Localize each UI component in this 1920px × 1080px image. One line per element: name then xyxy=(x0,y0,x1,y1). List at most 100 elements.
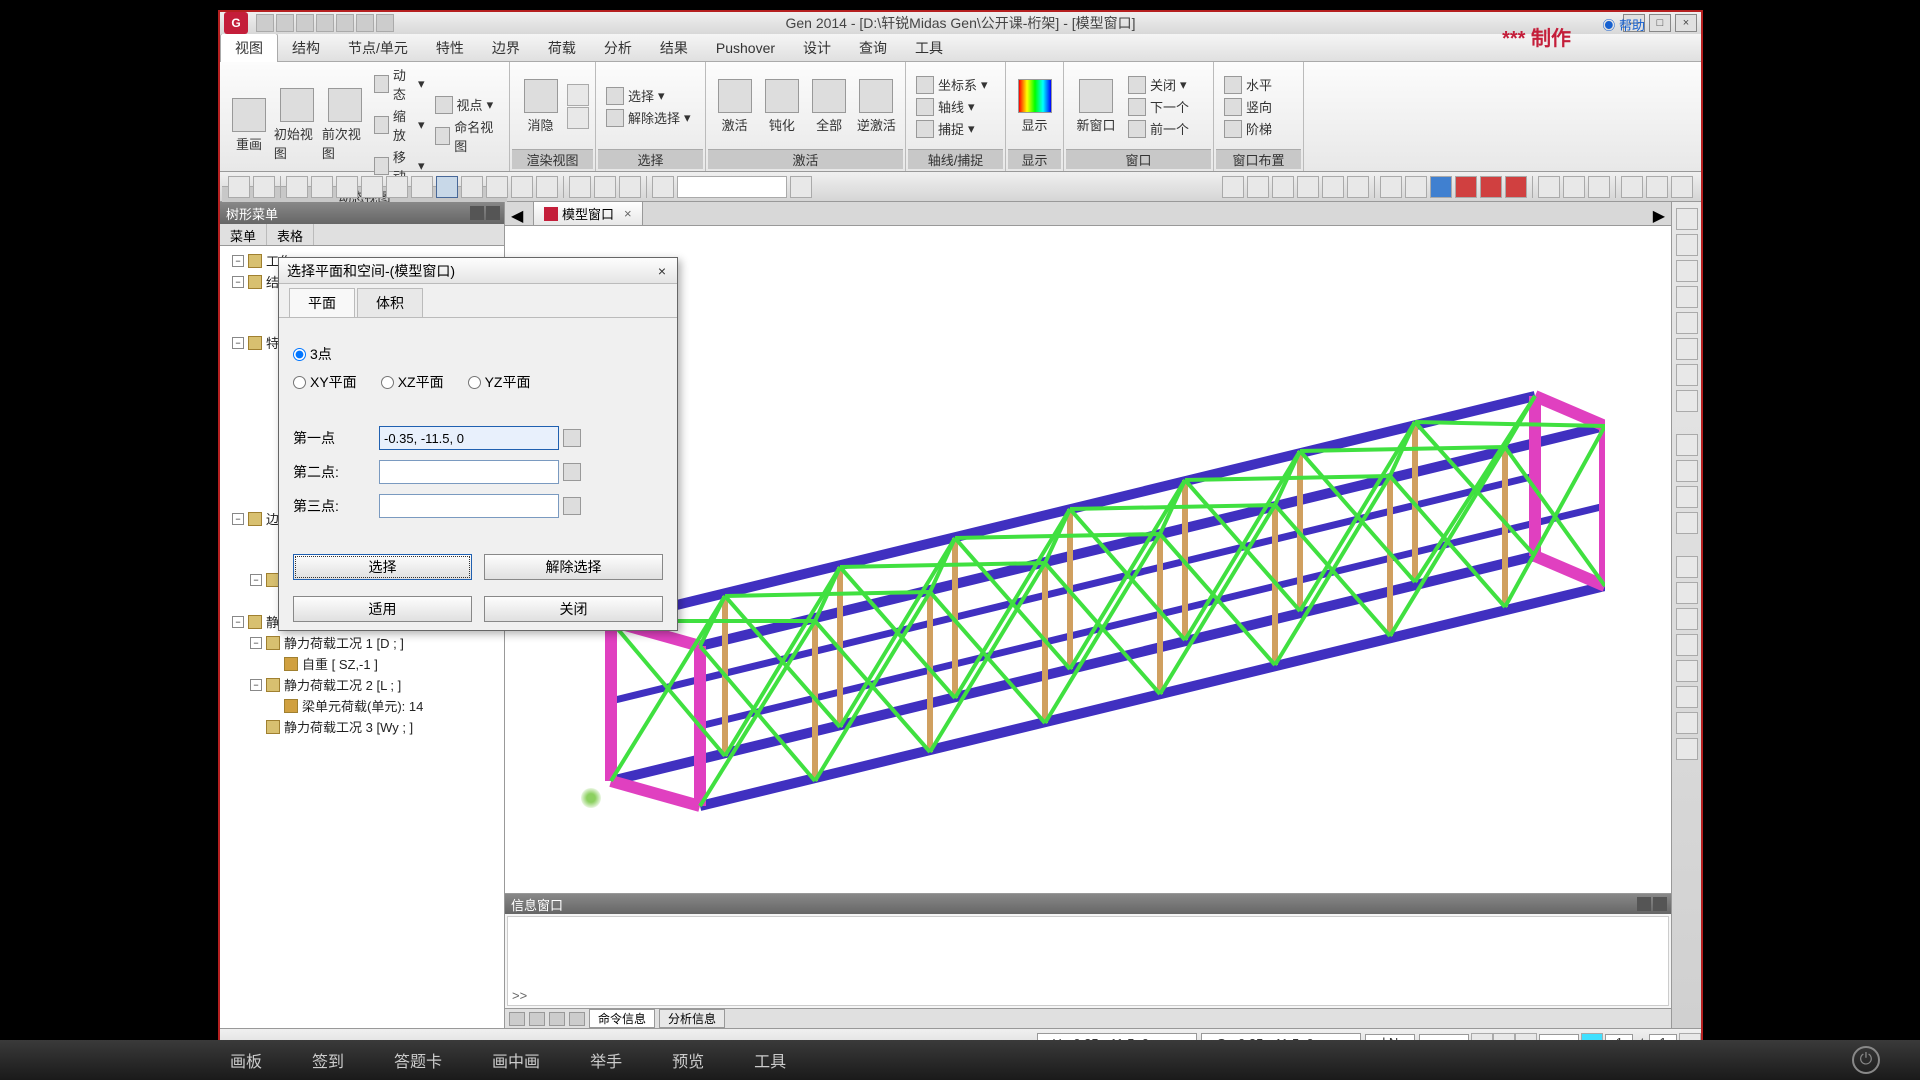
tool-button[interactable] xyxy=(1455,176,1477,198)
rt-button[interactable] xyxy=(1676,712,1698,734)
dialog-close-button[interactable]: × xyxy=(653,262,671,280)
point3-input[interactable] xyxy=(379,494,559,518)
cascade-button[interactable]: 阶梯 xyxy=(1220,118,1276,139)
pick-icon[interactable] xyxy=(563,429,581,447)
dynamic-button[interactable]: 动态▾ xyxy=(370,64,429,104)
tool-button[interactable] xyxy=(361,176,383,198)
tool-button[interactable] xyxy=(486,176,508,198)
pin-icon[interactable] xyxy=(1637,897,1651,911)
tool-button[interactable] xyxy=(1621,176,1643,198)
menu-tab-result[interactable]: 结果 xyxy=(646,34,702,62)
rt-button[interactable] xyxy=(1676,512,1698,534)
rt-button[interactable] xyxy=(1676,634,1698,656)
zoom-button[interactable]: 缩放▾ xyxy=(370,105,429,145)
menu-tab-property[interactable]: 特性 xyxy=(422,34,478,62)
model-viewport[interactable] xyxy=(505,226,1671,893)
tool-button[interactable] xyxy=(386,176,408,198)
prev-window-button[interactable]: 前一个 xyxy=(1124,118,1193,139)
rt-button[interactable] xyxy=(1676,312,1698,334)
menu-tab-analysis[interactable]: 分析 xyxy=(590,34,646,62)
named-view-button[interactable]: 命名视图 xyxy=(431,116,503,156)
snap-button[interactable]: 捕捉▾ xyxy=(912,118,992,139)
qat-button[interactable] xyxy=(296,14,314,32)
player-preview[interactable]: 预览 xyxy=(672,1048,704,1072)
tab-nav-left[interactable]: ◀ xyxy=(511,206,523,226)
point2-input[interactable] xyxy=(379,460,559,484)
redo-button[interactable] xyxy=(253,176,275,198)
qat-button[interactable] xyxy=(256,14,274,32)
menu-tab-design[interactable]: 设计 xyxy=(789,34,845,62)
rt-button[interactable] xyxy=(1676,364,1698,386)
menu-tab-load[interactable]: 荷载 xyxy=(534,34,590,62)
menu-tab-query[interactable]: 查询 xyxy=(845,34,901,62)
prev-view-button[interactable]: 前次视图 xyxy=(322,88,368,162)
qat-button[interactable] xyxy=(336,14,354,32)
select-button[interactable]: 选择 xyxy=(293,554,472,580)
close-icon[interactable] xyxy=(486,206,500,220)
menu-tab-node[interactable]: 节点/单元 xyxy=(334,34,422,62)
rt-button[interactable] xyxy=(1676,486,1698,508)
pin-icon[interactable] xyxy=(470,206,484,220)
tool-button[interactable] xyxy=(569,176,591,198)
hidden-button[interactable]: 消隐 xyxy=(516,79,565,134)
select-plane-button[interactable] xyxy=(436,176,458,198)
rt-button[interactable] xyxy=(1676,608,1698,630)
rt-button[interactable] xyxy=(1676,460,1698,482)
display-button[interactable]: 显示 xyxy=(1012,79,1057,134)
apply-button[interactable]: 适用 xyxy=(293,596,472,622)
tool-button[interactable] xyxy=(594,176,616,198)
menu-tab-boundary[interactable]: 边界 xyxy=(478,34,534,62)
new-window-button[interactable]: 新窗口 xyxy=(1070,79,1122,134)
tree-tab-menu[interactable]: 菜单 xyxy=(220,224,267,245)
tool-button[interactable] xyxy=(1222,176,1244,198)
rt-button[interactable] xyxy=(1676,660,1698,682)
inactivate-button[interactable]: 钝化 xyxy=(759,79,804,134)
tool-button[interactable] xyxy=(1405,176,1427,198)
rt-button[interactable] xyxy=(1676,582,1698,604)
next-window-button[interactable]: 下一个 xyxy=(1124,96,1193,117)
qat-button[interactable] xyxy=(376,14,394,32)
info-nav-first[interactable] xyxy=(509,1012,525,1026)
info-nav-next[interactable] xyxy=(549,1012,565,1026)
tool-button[interactable] xyxy=(1272,176,1294,198)
undo-button[interactable] xyxy=(228,176,250,198)
activate-button[interactable]: 激活 xyxy=(712,79,757,134)
tool-button[interactable] xyxy=(286,176,308,198)
power-icon[interactable]: ⏻ xyxy=(1852,1046,1880,1074)
tool-button[interactable] xyxy=(1347,176,1369,198)
menu-tab-pushover[interactable]: Pushover xyxy=(702,36,789,60)
pick-icon[interactable] xyxy=(563,497,581,515)
initial-view-button[interactable]: 初始视图 xyxy=(274,88,320,162)
tab-nav-right[interactable]: ▶ xyxy=(1653,206,1665,226)
info-body[interactable]: >> xyxy=(507,916,1669,1006)
rt-button[interactable] xyxy=(1676,338,1698,360)
player-canvas[interactable]: 画板 xyxy=(230,1048,262,1072)
close-button[interactable]: × xyxy=(1675,14,1697,32)
grid-button[interactable]: 轴线▾ xyxy=(912,96,992,117)
tool-button[interactable] xyxy=(1563,176,1585,198)
radio-xz[interactable]: XZ平面 xyxy=(381,372,444,392)
unselect-button[interactable]: 解除选择 xyxy=(484,554,663,580)
tab-close-icon[interactable]: × xyxy=(624,206,632,221)
rt-button[interactable] xyxy=(1676,208,1698,230)
player-signin[interactable]: 签到 xyxy=(312,1048,344,1072)
rt-button[interactable] xyxy=(1676,738,1698,760)
lock-button[interactable] xyxy=(1671,176,1693,198)
tree-tab-table[interactable]: 表格 xyxy=(267,224,314,245)
dialog-titlebar[interactable]: 选择平面和空间-(模型窗口) × xyxy=(279,258,677,284)
unselect-button[interactable]: 解除选择▾ xyxy=(602,107,695,128)
dialog-tab-plane[interactable]: 平面 xyxy=(289,288,355,317)
model-window-tab[interactable]: 模型窗口 × xyxy=(533,201,643,225)
selection-combo[interactable] xyxy=(677,176,787,198)
qat-button[interactable] xyxy=(356,14,374,32)
info-tab-analysis[interactable]: 分析信息 xyxy=(659,1009,725,1028)
info-nav-prev[interactable] xyxy=(529,1012,545,1026)
tool-button[interactable] xyxy=(536,176,558,198)
radio-3point[interactable]: 3点 xyxy=(293,344,332,364)
filter-button[interactable] xyxy=(790,176,812,198)
tool-button[interactable] xyxy=(1380,176,1402,198)
close-button[interactable]: 关闭 xyxy=(484,596,663,622)
cursor-button[interactable] xyxy=(652,176,674,198)
rt-button[interactable] xyxy=(1676,686,1698,708)
menu-tab-tool[interactable]: 工具 xyxy=(901,34,957,62)
